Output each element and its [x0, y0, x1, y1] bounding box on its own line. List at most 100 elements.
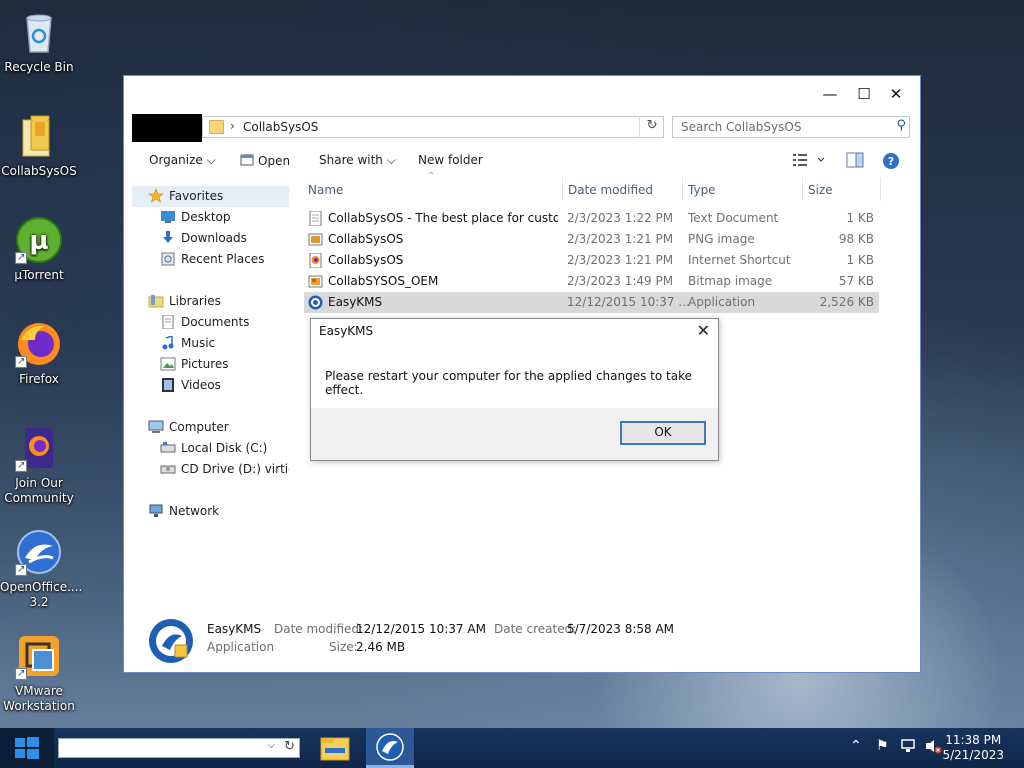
- column-name[interactable]: Name: [308, 183, 343, 197]
- file-row[interactable]: CollabSysOS 2/3/2023 1:21 PM PNG image 9…: [304, 229, 879, 250]
- close-button[interactable]: ✕: [880, 84, 912, 104]
- file-type: Application: [688, 295, 756, 309]
- column-divider[interactable]: [682, 177, 683, 201]
- dialog-close-button[interactable]: ✕: [697, 321, 710, 340]
- nav-videos[interactable]: Videos: [132, 375, 289, 396]
- dialog-message: Please restart your computer for the app…: [325, 369, 693, 397]
- shortcut-arrow-icon: [15, 666, 27, 681]
- nav-music[interactable]: Music: [132, 333, 289, 354]
- desktop-icon-openoffice[interactable]: OpenOffice.... 3.2: [0, 528, 82, 610]
- column-type[interactable]: Type: [688, 183, 716, 197]
- file-name: CollabSysOS: [328, 253, 404, 267]
- nav-downloads[interactable]: Downloads: [132, 228, 289, 249]
- desktop-icon-join-community[interactable]: Join Our Community: [0, 424, 78, 506]
- minimize-button[interactable]: —: [814, 84, 846, 104]
- nav-computer[interactable]: Computer: [132, 417, 289, 438]
- file-row[interactable]: CollabSysOS 2/3/2023 1:21 PM Internet Sh…: [304, 250, 879, 271]
- system-clock[interactable]: 11:38 PM 5/21/2023: [942, 733, 1004, 763]
- column-date-modified[interactable]: Date modified: [568, 183, 653, 197]
- nav-desktop[interactable]: Desktop: [132, 207, 289, 228]
- firefox-icon: [15, 320, 63, 369]
- desktop-icon-vmware[interactable]: VMware Workstation: [0, 632, 78, 714]
- chevron-down-icon[interactable]: ⌵: [267, 740, 275, 751]
- maximize-button[interactable]: ☐: [848, 84, 880, 104]
- network-status-icon[interactable]: [900, 738, 918, 758]
- chevron-right-icon[interactable]: ›: [230, 119, 235, 133]
- search-icon[interactable]: ⚲: [896, 118, 906, 133]
- view-options-icon[interactable]: [792, 152, 828, 171]
- file-row[interactable]: CollabSYSOS_OEM 2/3/2023 1:49 PM Bitmap …: [304, 271, 879, 292]
- folder-icon: [15, 112, 63, 160]
- file-row-selected[interactable]: EasyKMS 12/12/2015 10:37 ... Application…: [304, 292, 879, 313]
- easykms-app-icon: [308, 295, 323, 310]
- easykms-app-icon: [148, 618, 194, 664]
- command-bar: Organize ⌵ Open Share with ⌵ New folder …: [124, 148, 920, 174]
- openoffice-icon: [15, 528, 63, 577]
- share-with-button[interactable]: Share with ⌵: [319, 153, 396, 168]
- file-size: 2,526 KB: [819, 295, 874, 309]
- back-forward-area[interactable]: [132, 114, 202, 142]
- organize-button[interactable]: Organize ⌵: [149, 153, 216, 168]
- preview-pane-icon[interactable]: [846, 152, 864, 171]
- file-size: 98 KB: [838, 232, 874, 246]
- file-type: PNG image: [688, 232, 755, 246]
- file-date: 12/12/2015 10:37 ...: [567, 295, 690, 309]
- desktop-icon-utorrent[interactable]: µ µTorrent: [0, 216, 78, 283]
- nav-favorites[interactable]: Favorites: [132, 186, 289, 207]
- shortcut-arrow-icon: [15, 458, 27, 473]
- column-headers: Name Date modified Type Size: [300, 177, 881, 201]
- open-button[interactable]: Open: [240, 153, 290, 168]
- file-row[interactable]: CollabSysOS - The best place for custom …: [304, 208, 879, 229]
- address-bar[interactable]: › CollabSysOS ⌵: [202, 116, 664, 138]
- breadcrumb[interactable]: CollabSysOS: [243, 120, 318, 134]
- details-modified-value: 12/12/2015 10:37 AM: [356, 622, 486, 636]
- details-pane: EasyKMS Application Date modified: 12/12…: [124, 606, 920, 672]
- svg-text:µ: µ: [29, 226, 48, 256]
- download-arrow-icon: [160, 231, 176, 245]
- refresh-button[interactable]: ↻: [639, 116, 664, 138]
- ok-button[interactable]: OK: [620, 421, 706, 445]
- taskbar-file-explorer[interactable]: [311, 728, 359, 768]
- nav-pictures[interactable]: Pictures: [132, 354, 289, 375]
- volume-muted-icon[interactable]: [924, 738, 942, 758]
- music-note-icon: [160, 334, 176, 350]
- column-divider[interactable]: [802, 177, 803, 201]
- column-size[interactable]: Size: [808, 183, 833, 197]
- file-type: Text Document: [688, 211, 779, 225]
- details-created-value: 5/7/2023 8:58 AM: [567, 622, 675, 636]
- column-divider[interactable]: [880, 177, 881, 201]
- desktop-icon-recycle-bin[interactable]: Recycle Bin: [0, 8, 78, 75]
- dialog-title: EasyKMS: [319, 324, 374, 338]
- details-size-value: 2.46 MB: [356, 640, 406, 654]
- search-input[interactable]: Search CollabSysOS ⚲: [672, 116, 910, 138]
- nav-local-disk[interactable]: Local Disk (C:): [132, 438, 289, 459]
- file-date: 2/3/2023 1:21 PM: [567, 232, 674, 246]
- nav-network[interactable]: Network: [132, 501, 289, 522]
- action-center-flag-icon[interactable]: ⚑: [876, 738, 889, 754]
- pictures-icon: [160, 357, 176, 371]
- internet-shortcut-icon: [308, 253, 323, 268]
- videos-icon: [160, 378, 176, 392]
- refresh-icon[interactable]: ↻: [284, 739, 295, 754]
- taskbar-easykms[interactable]: [366, 728, 414, 768]
- nav-documents[interactable]: Documents: [132, 312, 289, 333]
- help-icon[interactable]: ?: [882, 152, 900, 173]
- file-date: 2/3/2023 1:21 PM: [567, 253, 674, 267]
- column-divider[interactable]: [562, 177, 563, 201]
- start-button[interactable]: [0, 728, 54, 768]
- desktop-icon-label: Recycle Bin: [4, 60, 74, 74]
- nav-recent-places[interactable]: Recent Places: [132, 249, 289, 270]
- new-folder-button[interactable]: New folder: [418, 153, 483, 167]
- file-size: 57 KB: [838, 274, 874, 288]
- nav-cd-drive[interactable]: CD Drive (D:) virtio-win: [132, 459, 289, 480]
- show-hidden-icons-button[interactable]: ⌃: [850, 738, 862, 754]
- file-size: 1 KB: [846, 211, 874, 225]
- desktop-icon-firefox[interactable]: Firefox: [0, 320, 78, 387]
- taskbar-address-input[interactable]: ⌵ ↻: [58, 738, 300, 758]
- file-date: 2/3/2023 1:22 PM: [567, 211, 674, 225]
- desktop-icon-label: Join Our Community: [4, 476, 74, 505]
- desktop-icon-collabsysos[interactable]: CollabSysOS: [0, 112, 78, 179]
- nav-libraries[interactable]: Libraries: [132, 291, 289, 312]
- cd-drive-icon: [160, 462, 176, 476]
- file-name: CollabSysOS: [328, 232, 404, 246]
